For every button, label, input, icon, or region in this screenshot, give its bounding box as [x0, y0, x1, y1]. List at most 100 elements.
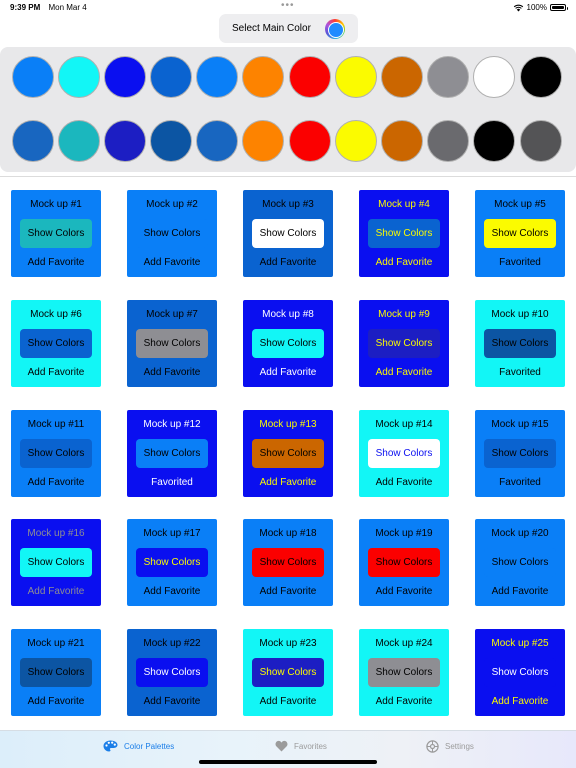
- favorited-label[interactable]: Favorited: [127, 477, 217, 488]
- show-colors-button[interactable]: Show Colors: [368, 548, 440, 577]
- show-colors-button[interactable]: Show Colors: [368, 439, 440, 468]
- show-colors-button[interactable]: Show Colors: [484, 219, 556, 248]
- palette-swatch[interactable]: [150, 120, 192, 162]
- mockup-title: Mock up #25: [491, 638, 549, 649]
- mockup-title: Mock up #8: [262, 309, 314, 320]
- show-colors-button[interactable]: Show Colors: [20, 439, 92, 468]
- show-colors-button[interactable]: Show Colors: [136, 219, 208, 248]
- add-favorite-button[interactable]: Add Favorite: [127, 257, 217, 268]
- mockup-card: Mock up #6 Show Colors Add Favorite: [11, 300, 101, 387]
- add-favorite-button[interactable]: Add Favorite: [475, 696, 565, 707]
- multitasking-dots[interactable]: •••: [281, 0, 295, 11]
- add-favorite-button[interactable]: Add Favorite: [359, 257, 449, 268]
- show-colors-button[interactable]: Show Colors: [484, 658, 556, 687]
- mockup-card: Mock up #8 Show Colors Add Favorite: [243, 300, 333, 387]
- show-colors-button[interactable]: Show Colors: [484, 329, 556, 358]
- show-colors-button[interactable]: Show Colors: [136, 329, 208, 358]
- palette-swatch[interactable]: [12, 56, 54, 98]
- palette-swatch[interactable]: [520, 120, 562, 162]
- mockup-card: Mock up #25 Show Colors Add Favorite: [475, 629, 565, 716]
- add-favorite-button[interactable]: Add Favorite: [359, 696, 449, 707]
- add-favorite-button[interactable]: Add Favorite: [359, 477, 449, 488]
- mockup-title: Mock up #1: [30, 199, 82, 210]
- show-colors-button[interactable]: Show Colors: [136, 439, 208, 468]
- show-colors-button[interactable]: Show Colors: [368, 329, 440, 358]
- show-colors-button[interactable]: Show Colors: [368, 219, 440, 248]
- show-colors-button[interactable]: Show Colors: [252, 439, 324, 468]
- add-favorite-button[interactable]: Add Favorite: [243, 477, 333, 488]
- add-favorite-button[interactable]: Add Favorite: [359, 586, 449, 597]
- favorited-label[interactable]: Favorited: [475, 477, 565, 488]
- palette-swatch[interactable]: [335, 56, 377, 98]
- mockup-card: Mock up #10 Show Colors Favorited: [475, 300, 565, 387]
- add-favorite-button[interactable]: Add Favorite: [11, 586, 101, 597]
- mockup-title: Mock up #15: [491, 419, 549, 430]
- mockup-card: Mock up #22 Show Colors Add Favorite: [127, 629, 217, 716]
- show-colors-button[interactable]: Show Colors: [252, 658, 324, 687]
- palette-swatch[interactable]: [104, 56, 146, 98]
- add-favorite-button[interactable]: Add Favorite: [127, 696, 217, 707]
- show-colors-button[interactable]: Show Colors: [484, 548, 556, 577]
- add-favorite-button[interactable]: Add Favorite: [243, 367, 333, 378]
- mockup-title: Mock up #5: [494, 199, 546, 210]
- palette-swatch[interactable]: [58, 56, 100, 98]
- mockup-card: Mock up #2 Show Colors Add Favorite: [127, 190, 217, 277]
- show-colors-button[interactable]: Show Colors: [252, 548, 324, 577]
- show-colors-button[interactable]: Show Colors: [20, 219, 92, 248]
- mockup-card: Mock up #5 Show Colors Favorited: [475, 190, 565, 277]
- palette-swatch[interactable]: [427, 56, 469, 98]
- palette-swatch[interactable]: [12, 120, 54, 162]
- add-favorite-button[interactable]: Add Favorite: [243, 696, 333, 707]
- show-colors-button[interactable]: Show Colors: [20, 548, 92, 577]
- palette-swatch[interactable]: [473, 56, 515, 98]
- palette-swatch[interactable]: [335, 120, 377, 162]
- favorited-label[interactable]: Favorited: [475, 367, 565, 378]
- show-colors-button[interactable]: Show Colors: [136, 658, 208, 687]
- palette-swatch[interactable]: [427, 120, 469, 162]
- show-colors-button[interactable]: Show Colors: [136, 548, 208, 577]
- palette-swatch[interactable]: [473, 120, 515, 162]
- add-favorite-button[interactable]: Add Favorite: [127, 367, 217, 378]
- mockup-title: Mock up #23: [259, 638, 317, 649]
- palette-swatch[interactable]: [242, 56, 284, 98]
- wifi-icon: [513, 4, 523, 11]
- show-colors-button[interactable]: Show Colors: [252, 219, 324, 248]
- palette-swatch[interactable]: [289, 56, 331, 98]
- select-main-color-button[interactable]: Select Main Color: [219, 14, 358, 43]
- add-favorite-button[interactable]: Add Favorite: [475, 586, 565, 597]
- palette-swatch[interactable]: [381, 120, 423, 162]
- add-favorite-button[interactable]: Add Favorite: [243, 257, 333, 268]
- palette-swatch[interactable]: [58, 120, 100, 162]
- tab-settings[interactable]: Settings: [426, 740, 474, 753]
- add-favorite-button[interactable]: Add Favorite: [359, 367, 449, 378]
- palette-swatch[interactable]: [242, 120, 284, 162]
- status-time: 9:39 PM: [10, 3, 41, 12]
- favorited-label[interactable]: Favorited: [475, 257, 565, 268]
- add-favorite-button[interactable]: Add Favorite: [243, 586, 333, 597]
- show-colors-button[interactable]: Show Colors: [252, 329, 324, 358]
- add-favorite-button[interactable]: Add Favorite: [127, 586, 217, 597]
- palette-swatch[interactable]: [196, 120, 238, 162]
- show-colors-button[interactable]: Show Colors: [20, 329, 92, 358]
- tab-favorites[interactable]: Favorites: [275, 740, 327, 752]
- mockup-title: Mock up #2: [146, 199, 198, 210]
- mockup-card: Mock up #20 Show Colors Add Favorite: [475, 519, 565, 606]
- mockup-card: Mock up #14 Show Colors Add Favorite: [359, 410, 449, 497]
- add-favorite-button[interactable]: Add Favorite: [11, 257, 101, 268]
- show-colors-button[interactable]: Show Colors: [20, 658, 92, 687]
- palette-swatch[interactable]: [289, 120, 331, 162]
- palette-swatch[interactable]: [196, 56, 238, 98]
- add-favorite-button[interactable]: Add Favorite: [11, 367, 101, 378]
- add-favorite-button[interactable]: Add Favorite: [11, 477, 101, 488]
- tab-color-palettes[interactable]: Color Palettes: [103, 740, 174, 752]
- show-colors-button[interactable]: Show Colors: [368, 658, 440, 687]
- palette-swatch[interactable]: [520, 56, 562, 98]
- palette-swatch[interactable]: [381, 56, 423, 98]
- add-favorite-button[interactable]: Add Favorite: [11, 696, 101, 707]
- show-colors-button[interactable]: Show Colors: [484, 439, 556, 468]
- tab-favorites-label: Favorites: [294, 741, 327, 751]
- palette-icon: [103, 740, 118, 752]
- mockup-title: Mock up #19: [375, 528, 433, 539]
- palette-swatch[interactable]: [104, 120, 146, 162]
- palette-swatch[interactable]: [150, 56, 192, 98]
